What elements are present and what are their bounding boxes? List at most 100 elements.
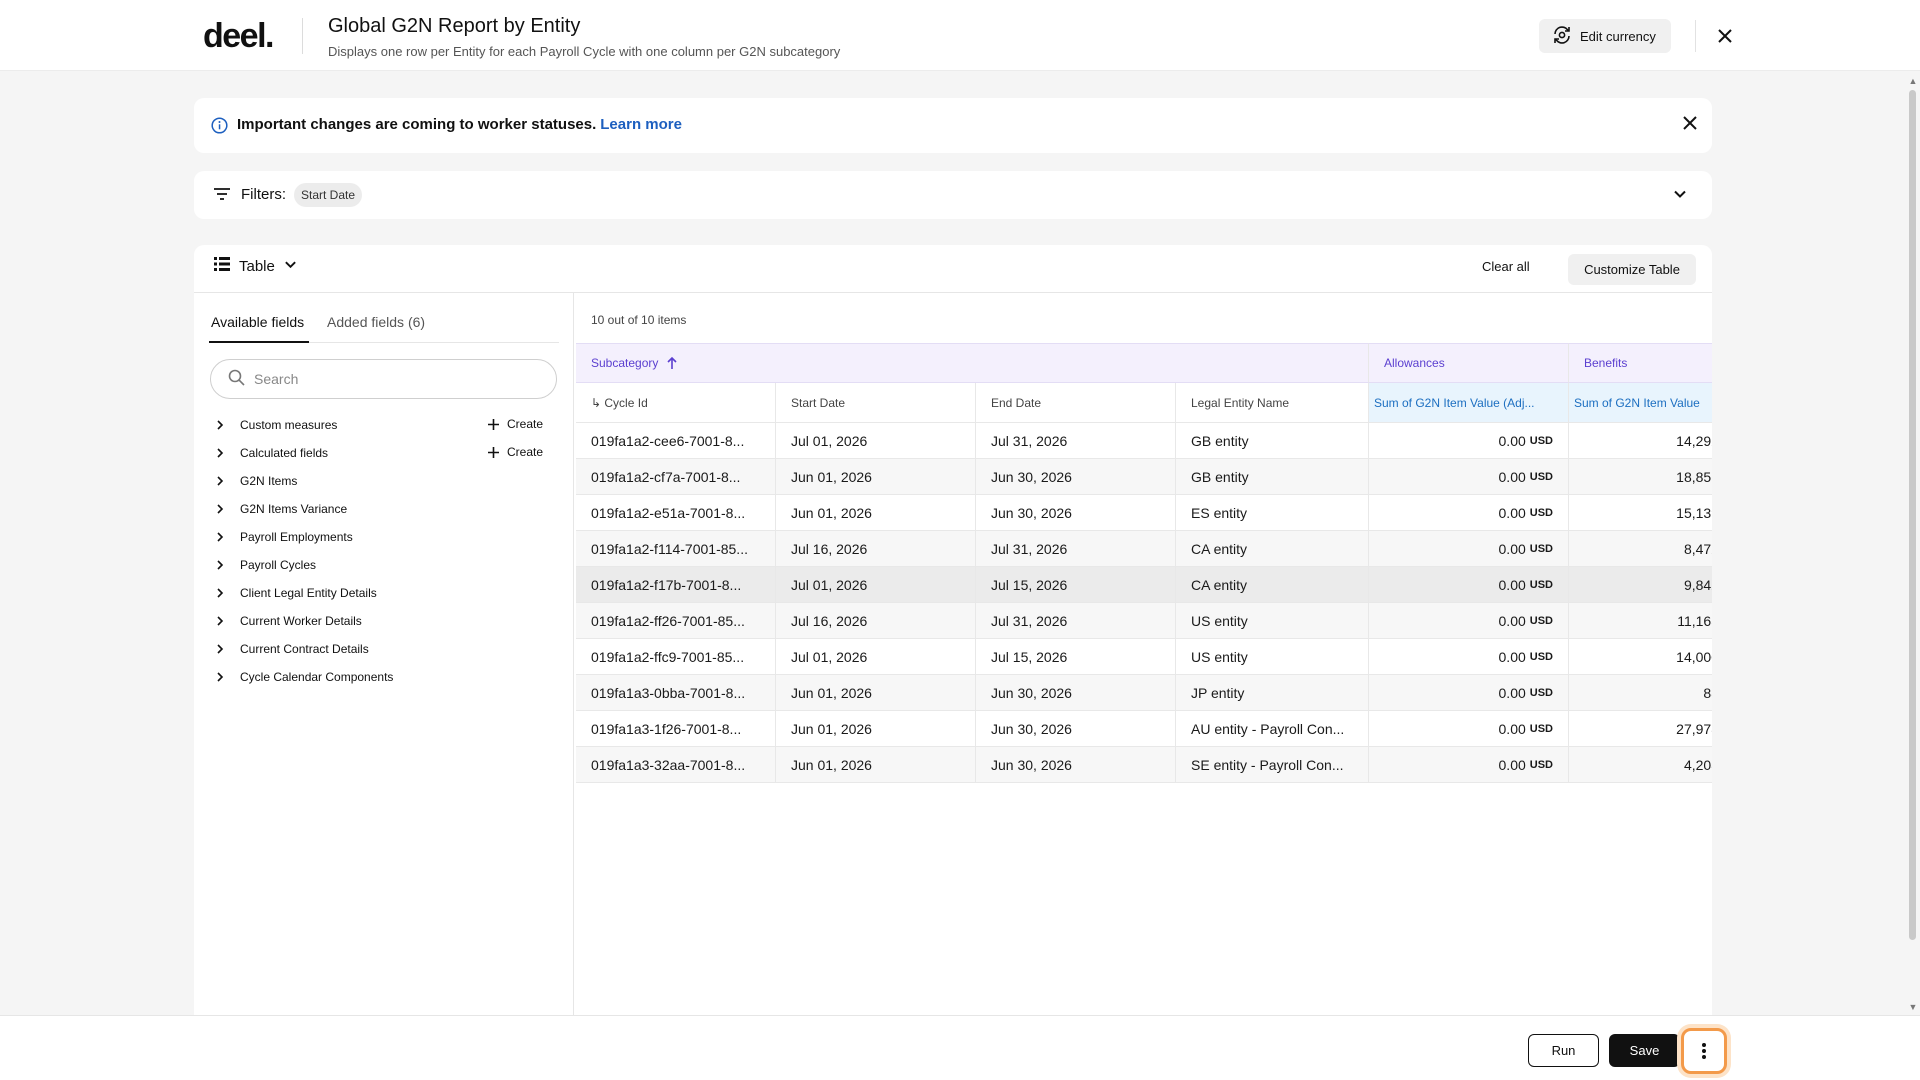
table-cell: Jul 16, 2026 (776, 531, 976, 567)
cell-value: 0.00 (1498, 540, 1526, 557)
benefits-value-cell: 8,472 (1569, 531, 1712, 567)
chevron-right-icon[interactable] (216, 644, 226, 654)
field-group-item[interactable]: Calculated fields Create (216, 439, 561, 467)
table-row[interactable]: 019fa1a2-ff26-7001-85... Jul 16, 2026 Jul … (576, 603, 1712, 639)
benefits-value-cell: 14,000 (1569, 639, 1712, 675)
filter-chip-start-date[interactable]: Start Date (294, 183, 363, 207)
table-cell: Jul 31, 2026 (976, 423, 1176, 459)
allowances-header[interactable]: Allowances (1369, 343, 1569, 383)
customize-table-button[interactable]: Customize Table (1568, 254, 1696, 285)
fields-search-input[interactable]: Search (210, 359, 557, 399)
table-cell: CA entity (1176, 531, 1369, 567)
field-group-label: Client Legal Entity Details (240, 586, 377, 600)
field-group-item[interactable]: Cycle Calendar Components (216, 663, 561, 691)
report-builder: Table Clear all Customize Table Availabl… (194, 245, 1712, 1025)
edit-currency-button[interactable]: Edit currency (1539, 19, 1671, 53)
field-group-item[interactable]: Payroll Cycles (216, 551, 561, 579)
chevron-right-icon[interactable] (216, 504, 226, 514)
column-header-start-date[interactable]: Start Date (776, 383, 976, 423)
column-header-allowances-sum[interactable]: Sum of G2N Item Value (Adj... (1369, 383, 1569, 423)
subcategory-header[interactable]: Subcategory (576, 343, 1369, 383)
chevron-right-icon[interactable] (216, 420, 226, 430)
field-group-label: G2N Items Variance (240, 502, 348, 516)
table-cell: 019fa1a3-0bba-7001-8... (576, 675, 776, 711)
chevron-right-icon[interactable] (216, 560, 226, 570)
chevron-right-icon[interactable] (216, 616, 226, 626)
currency-code: USD (1529, 722, 1553, 735)
dismiss-banner-button[interactable] (1683, 116, 1697, 135)
field-group-label: Payroll Employments (240, 530, 353, 544)
column-header-row: ↳ Cycle Id Start Date End Date Legal Ent… (576, 383, 1712, 423)
deel-logo[interactable]: deel. (203, 17, 274, 56)
field-group-item[interactable]: Payroll Employments (216, 523, 561, 551)
benefits-header[interactable]: Benefits (1569, 343, 1712, 383)
currency-code: USD (1529, 542, 1553, 555)
tab-added-fields[interactable]: Added fields (6) (327, 314, 425, 330)
field-group-item[interactable]: Current Worker Details (216, 607, 561, 635)
filters-bar[interactable]: Filters: Start Date (194, 171, 1712, 219)
table-row[interactable]: 019fa1a3-32aa-7001-8... Jun 01, 2026 Jun 3… (576, 747, 1712, 783)
close-report-button[interactable] (1713, 24, 1737, 48)
run-button[interactable]: Run (1528, 1034, 1599, 1067)
cell-value: 0.00 (1498, 468, 1526, 485)
currency-code: USD (1529, 614, 1553, 627)
table-cell: GB entity (1176, 423, 1369, 459)
table-row[interactable]: 019fa1a2-f114-7001-85... Jul 16, 2026 Jul … (576, 531, 1712, 567)
more-options-button[interactable] (1681, 1028, 1727, 1074)
cell-value: 0.00 (1498, 432, 1526, 449)
column-header-cycle-id[interactable]: ↳ Cycle Id (576, 383, 776, 423)
table-cell: AU entity - Payroll Con... (1176, 711, 1369, 747)
chevron-right-icon[interactable] (216, 672, 226, 682)
table-row[interactable]: 019fa1a2-cf7a-7001-8... Jun 01, 2026 Jun 3… (576, 459, 1712, 495)
header-separator (1695, 20, 1696, 52)
active-tab-indicator (209, 341, 309, 343)
cell-value: 0.00 (1498, 684, 1526, 701)
currency-code: USD (1529, 686, 1553, 699)
table-row[interactable]: 019fa1a3-1f26-7001-8... Jun 01, 2026 Jun 3… (576, 711, 1712, 747)
announcement-banner: Important changes are coming to worker s… (194, 98, 1712, 153)
table-row[interactable]: 019fa1a2-e51a-7001-8... Jun 01, 2026 Jun 3… (576, 495, 1712, 531)
table-cell: 019fa1a2-f114-7001-85... (576, 531, 776, 567)
chevron-right-icon[interactable] (216, 588, 226, 598)
scroll-up-icon[interactable]: ▲ (1906, 76, 1920, 86)
fields-panel: Available fields Added fields (6) Search… (194, 293, 574, 1025)
field-group-item[interactable]: Custom measures Create (216, 411, 561, 439)
scroll-down-icon[interactable]: ▼ (1906, 1002, 1920, 1012)
table-row[interactable]: 019fa1a3-0bba-7001-8... Jun 01, 2026 Jun 3… (576, 675, 1712, 711)
field-group-item[interactable]: G2N Items (216, 467, 561, 495)
cell-value: 0.00 (1498, 648, 1526, 665)
table-cell: Jul 31, 2026 (976, 531, 1176, 567)
create-field-button[interactable]: Create (488, 417, 543, 431)
allowances-value-cell: 0.00 USD (1369, 531, 1569, 567)
table-row[interactable]: 019fa1a2-ffc9-7001-85... Jul 01, 2026 Jul … (576, 639, 1712, 675)
field-group-item[interactable]: Current Contract Details (216, 635, 561, 663)
scrollbar-thumb[interactable] (1909, 90, 1916, 940)
clear-all-button[interactable]: Clear all (1482, 259, 1530, 274)
table-row[interactable]: 019fa1a2-f17b-7001-8... Jul 01, 2026 Jul 1… (576, 567, 1712, 603)
field-group-label: G2N Items (240, 474, 298, 488)
table-row[interactable]: 019fa1a2-cee6-7001-8... Jul 01, 2026 Jul 3… (576, 423, 1712, 459)
table-cell: 019fa1a2-cee6-7001-8... (576, 423, 776, 459)
table-cell: 019fa1a2-cf7a-7001-8... (576, 459, 776, 495)
field-group-item[interactable]: Client Legal Entity Details (216, 579, 561, 607)
create-field-button[interactable]: Create (488, 445, 543, 459)
allowances-value-cell: 0.00 USD (1369, 711, 1569, 747)
chevron-right-icon[interactable] (216, 532, 226, 542)
field-group-item[interactable]: G2N Items Variance (216, 495, 561, 523)
column-header-end-date[interactable]: End Date (976, 383, 1176, 423)
report-table-area: 10 out of 10 items Subcategory Allowance… (575, 293, 1712, 1025)
field-group-label: Custom measures (240, 418, 338, 432)
chevron-down-icon[interactable] (1673, 187, 1687, 206)
column-header-legal-entity[interactable]: Legal Entity Name (1176, 383, 1369, 423)
column-header-benefits-sum[interactable]: Sum of G2N Item Value (1569, 383, 1712, 423)
table-cell: Jul 15, 2026 (976, 639, 1176, 675)
chevron-right-icon[interactable] (216, 476, 226, 486)
create-label: Create (507, 445, 544, 459)
benefits-value-cell: 14,292 (1569, 423, 1712, 459)
view-selector[interactable]: Table (214, 257, 297, 275)
chevron-right-icon[interactable] (216, 448, 226, 458)
save-button[interactable]: Save (1609, 1034, 1680, 1067)
learn-more-link[interactable]: Learn more (600, 116, 682, 133)
sort-ascending-icon[interactable] (666, 356, 678, 370)
tab-available-fields[interactable]: Available fields (211, 314, 304, 330)
